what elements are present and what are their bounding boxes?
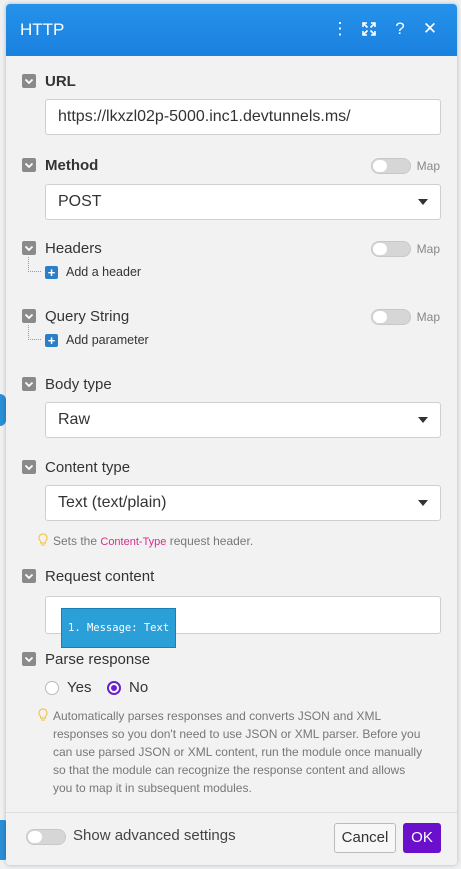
collapse-toggle-icon[interactable] — [22, 74, 36, 88]
expand-icon[interactable] — [358, 18, 380, 40]
map-label: Map — [416, 310, 440, 324]
parse-response-yes[interactable]: Yes — [45, 679, 91, 696]
content-type-select[interactable]: Text (text/plain) — [45, 485, 441, 521]
headers-map-toggle[interactable]: Map — [370, 241, 440, 257]
method-map-toggle[interactable]: Map — [370, 158, 440, 174]
collapse-toggle-icon[interactable] — [22, 241, 36, 255]
mapped-variable-pill[interactable]: 1. Message: Text — [61, 608, 177, 648]
url-input[interactable]: https://lkxzl02p-5000.inc1.devtunnels.ms… — [45, 99, 441, 135]
content-type-link: Content-Type — [100, 536, 167, 548]
query-string-label: Query String — [45, 308, 130, 325]
add-header-button[interactable]: + Add a header — [45, 265, 141, 279]
collapse-toggle-icon[interactable] — [22, 309, 36, 323]
url-label: URL — [45, 73, 76, 90]
radio-yes-label: Yes — [67, 679, 92, 696]
collapse-toggle-icon[interactable] — [22, 158, 36, 172]
map-label: Map — [416, 159, 440, 173]
map-label: Map — [416, 242, 440, 256]
method-label: Method — [45, 157, 99, 174]
headers-label: Headers — [45, 240, 102, 257]
collapse-toggle-icon[interactable] — [22, 460, 36, 474]
request-content-input[interactable]: 1. Message: Text — [45, 596, 441, 648]
plus-icon: + — [45, 265, 58, 279]
parse-response-label: Parse response — [45, 651, 151, 668]
method-value: POST — [58, 193, 102, 210]
parse-response-hint-text: Automatically parses responses and conve… — [53, 709, 423, 795]
tree-connector — [28, 257, 41, 272]
body-type-value: Raw — [58, 411, 91, 428]
collapse-toggle-icon[interactable] — [22, 652, 36, 666]
add-parameter-label: Add parameter — [66, 333, 149, 347]
dialog-footer: Show advanced settings Cancel OK — [6, 812, 457, 865]
add-header-label: Add a header — [66, 265, 142, 279]
advanced-settings-label[interactable]: Show advanced settings — [73, 827, 236, 844]
content-type-hint: Sets the Content-Type request header. — [38, 532, 413, 551]
hint-text-before: Sets the — [53, 534, 101, 548]
help-icon[interactable]: ? — [389, 18, 411, 40]
chevron-down-icon — [418, 417, 428, 423]
cancel-button[interactable]: Cancel — [334, 823, 396, 853]
map-switch[interactable] — [370, 158, 411, 174]
http-module-dialog: HTTP ⋮ ? ✕ URL https://lkxzl02p-5000.inc… — [6, 4, 457, 865]
map-switch[interactable] — [370, 241, 411, 257]
collapse-toggle-icon[interactable] — [22, 377, 36, 391]
query-string-map-toggle[interactable]: Map — [370, 309, 440, 325]
parse-response-hint: Automatically parses responses and conve… — [38, 707, 423, 797]
plus-icon: + — [45, 333, 58, 347]
body-type-select[interactable]: Raw — [45, 402, 441, 438]
request-content-label: Request content — [45, 568, 155, 585]
advanced-settings-switch[interactable] — [26, 829, 66, 845]
chevron-down-icon — [418, 500, 428, 506]
content-type-value: Text (text/plain) — [58, 494, 167, 511]
radio-no[interactable] — [107, 680, 121, 695]
lightbulb-icon — [38, 533, 48, 546]
dialog-title: HTTP — [20, 20, 65, 39]
map-switch[interactable] — [370, 309, 411, 325]
hint-text-after: request header. — [166, 534, 254, 548]
tree-connector — [28, 325, 41, 340]
lightbulb-icon — [38, 708, 48, 721]
parse-response-no[interactable]: No — [107, 679, 148, 696]
radio-no-label: No — [129, 679, 149, 696]
radio-yes[interactable] — [45, 680, 59, 695]
dialog-content: URL https://lkxzl02p-5000.inc1.devtunnel… — [6, 56, 457, 813]
chevron-down-icon — [418, 199, 428, 205]
more-options-icon[interactable]: ⋮ — [329, 18, 351, 40]
content-type-label: Content type — [45, 459, 131, 476]
close-icon[interactable]: ✕ — [419, 18, 441, 40]
dialog-titlebar: HTTP ⋮ ? ✕ — [6, 4, 457, 56]
collapse-toggle-icon[interactable] — [22, 569, 36, 583]
add-parameter-button[interactable]: + Add parameter — [45, 333, 149, 347]
ok-button[interactable]: OK — [403, 823, 441, 853]
method-select[interactable]: POST — [45, 184, 441, 220]
body-type-label: Body type — [45, 376, 112, 393]
